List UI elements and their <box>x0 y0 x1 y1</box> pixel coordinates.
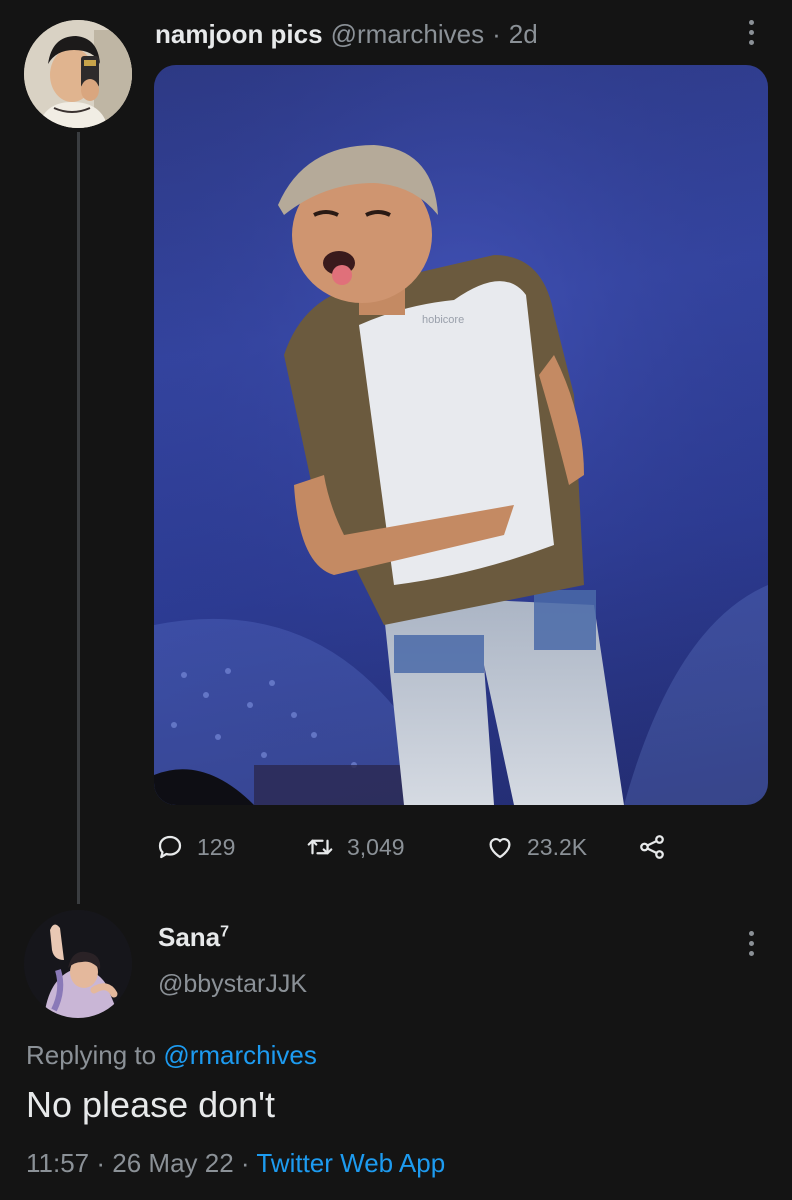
reply-source-link[interactable]: Twitter Web App <box>256 1148 445 1178</box>
reply-display-name-superscript: 7 <box>220 923 230 941</box>
more-vertical-icon[interactable] <box>733 14 769 50</box>
share-icon <box>640 835 664 859</box>
reply-meta: 11:57 · 26 May 22 · Twitter Web App <box>26 1148 445 1179</box>
replying-to-link[interactable]: @rmarchives <box>163 1040 317 1070</box>
reply-text: No please don't <box>26 1084 276 1125</box>
share-button[interactable] <box>637 832 667 862</box>
timestamp[interactable]: 2d <box>509 19 538 50</box>
separator: · <box>492 18 501 49</box>
display-name[interactable]: namjoon pics <box>155 19 323 50</box>
replying-to-line: Replying to @rmarchives <box>26 1040 317 1071</box>
thread-connector-line <box>77 132 80 904</box>
reply-time[interactable]: 11:57 <box>26 1148 89 1178</box>
reply-display-name-text: Sana <box>158 922 221 952</box>
tweet-media-image[interactable]: hobicore <box>154 65 768 805</box>
avatar[interactable] <box>24 910 132 1018</box>
reply-date[interactable]: 26 May 22 <box>112 1148 233 1178</box>
like-count: 23.2K <box>527 833 588 860</box>
retweet-count: 3,049 <box>347 833 405 860</box>
media-watermark: hobicore <box>422 314 464 326</box>
avatar-photo <box>24 20 132 128</box>
reply-button[interactable]: 129 <box>155 832 305 862</box>
user-handle[interactable]: @rmarchives <box>331 19 485 50</box>
like-button[interactable]: 23.2K <box>485 832 637 862</box>
reply-count: 129 <box>197 833 236 860</box>
tweet-actions-bar: 129 3,049 23.2K <box>155 822 667 872</box>
more-vertical-icon[interactable] <box>733 925 769 961</box>
separator: · <box>96 1148 106 1178</box>
avatar[interactable] <box>24 20 132 128</box>
heart-icon <box>489 838 511 859</box>
separator: · <box>240 1148 250 1178</box>
replying-to-label: Replying to <box>26 1040 157 1070</box>
reply-icon <box>158 835 182 859</box>
tweet-header: namjoon pics @rmarchives · 2d <box>155 14 538 54</box>
reply-display-name[interactable]: Sana7 <box>158 922 229 953</box>
avatar-photo <box>24 910 132 1018</box>
reply-user-handle[interactable]: @bbystarJJK <box>158 970 307 999</box>
retweet-button[interactable]: 3,049 <box>305 832 485 862</box>
retweet-icon <box>307 839 333 855</box>
concert-photo: hobicore <box>154 65 768 805</box>
